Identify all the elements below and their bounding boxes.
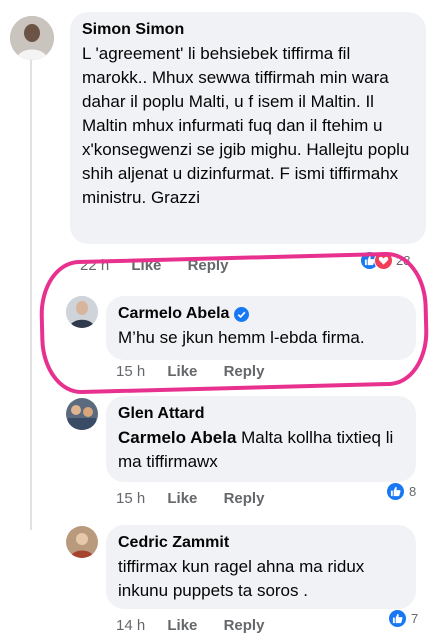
comment-author[interactable]: Glen Attard xyxy=(118,404,404,424)
reaction-count: 7 xyxy=(411,611,419,626)
comment-time[interactable]: 22 h xyxy=(80,257,109,274)
comment-text: tiffirmax kun ragel ahna ma ridux inkunu… xyxy=(118,557,365,600)
reaction-summary[interactable]: 7 xyxy=(388,609,418,628)
comment-author[interactable]: Carmelo Abela xyxy=(118,304,229,324)
like-icon xyxy=(388,609,407,628)
comment-bubble: Simon Simon L 'agreement' li behsiebek t… xyxy=(70,12,426,244)
reaction-count: 8 xyxy=(409,484,417,499)
reply-button[interactable]: Reply xyxy=(188,257,229,274)
comment-bubble: Carmelo Abela M’hu se jkun hemm l-ebda f… xyxy=(106,296,416,360)
avatar-cedric-zammit[interactable] xyxy=(66,526,98,558)
thread-line xyxy=(30,300,32,530)
reply-button[interactable]: Reply xyxy=(224,363,265,380)
avatar-carmelo-abela[interactable] xyxy=(66,296,98,328)
verified-badge-icon xyxy=(234,306,250,322)
avatar-simon-simon[interactable] xyxy=(10,16,54,60)
comment-time[interactable]: 15 h xyxy=(116,363,145,380)
mention-link[interactable]: Carmelo Abela xyxy=(118,428,236,447)
comment-bubble: Cedric Zammit tiffirmax kun ragel ahna m… xyxy=(106,525,416,609)
avatar-glen-attard[interactable] xyxy=(66,398,98,430)
comment-time[interactable]: 14 h xyxy=(116,617,145,634)
like-button[interactable]: Like xyxy=(167,490,197,507)
comment-actions: 14 h Like Reply xyxy=(116,617,286,634)
comment-time[interactable]: 15 h xyxy=(116,490,145,507)
like-button[interactable]: Like xyxy=(167,363,197,380)
comment-text: L 'agreement' li behsiebek tiffirma fil … xyxy=(82,44,410,207)
comment-text: M’hu se jkun hemm l-ebda firma. xyxy=(118,328,365,347)
reaction-count: 28 xyxy=(396,253,411,268)
comment-actions: 15 h Like Reply xyxy=(116,490,286,507)
comment-bubble: Glen Attard Carmelo Abela Malta kollha t… xyxy=(106,396,416,482)
comment-author[interactable]: Simon Simon xyxy=(82,20,414,40)
reaction-summary[interactable]: 8 xyxy=(386,482,416,501)
person-photo-icon xyxy=(66,296,98,328)
person-photo-icon xyxy=(66,526,98,558)
reaction-summary[interactable]: 28 xyxy=(360,251,410,270)
person-photo-icon xyxy=(10,16,54,60)
comment-text: Carmelo Abela Malta kollha tixtieq li ma… xyxy=(118,426,404,474)
comment-author-row: Carmelo Abela xyxy=(118,304,404,324)
reply-button[interactable]: Reply xyxy=(224,490,265,507)
heart-icon xyxy=(374,251,393,270)
person-photo-icon xyxy=(66,398,98,430)
comment-actions: 22 h Like Reply xyxy=(80,257,250,274)
like-button[interactable]: Like xyxy=(131,257,161,274)
like-icon xyxy=(386,482,405,501)
thread-line xyxy=(30,60,32,300)
like-button[interactable]: Like xyxy=(167,617,197,634)
comment-author[interactable]: Cedric Zammit xyxy=(118,533,404,553)
comment-actions: 15 h Like Reply xyxy=(116,363,286,380)
reply-button[interactable]: Reply xyxy=(224,617,265,634)
